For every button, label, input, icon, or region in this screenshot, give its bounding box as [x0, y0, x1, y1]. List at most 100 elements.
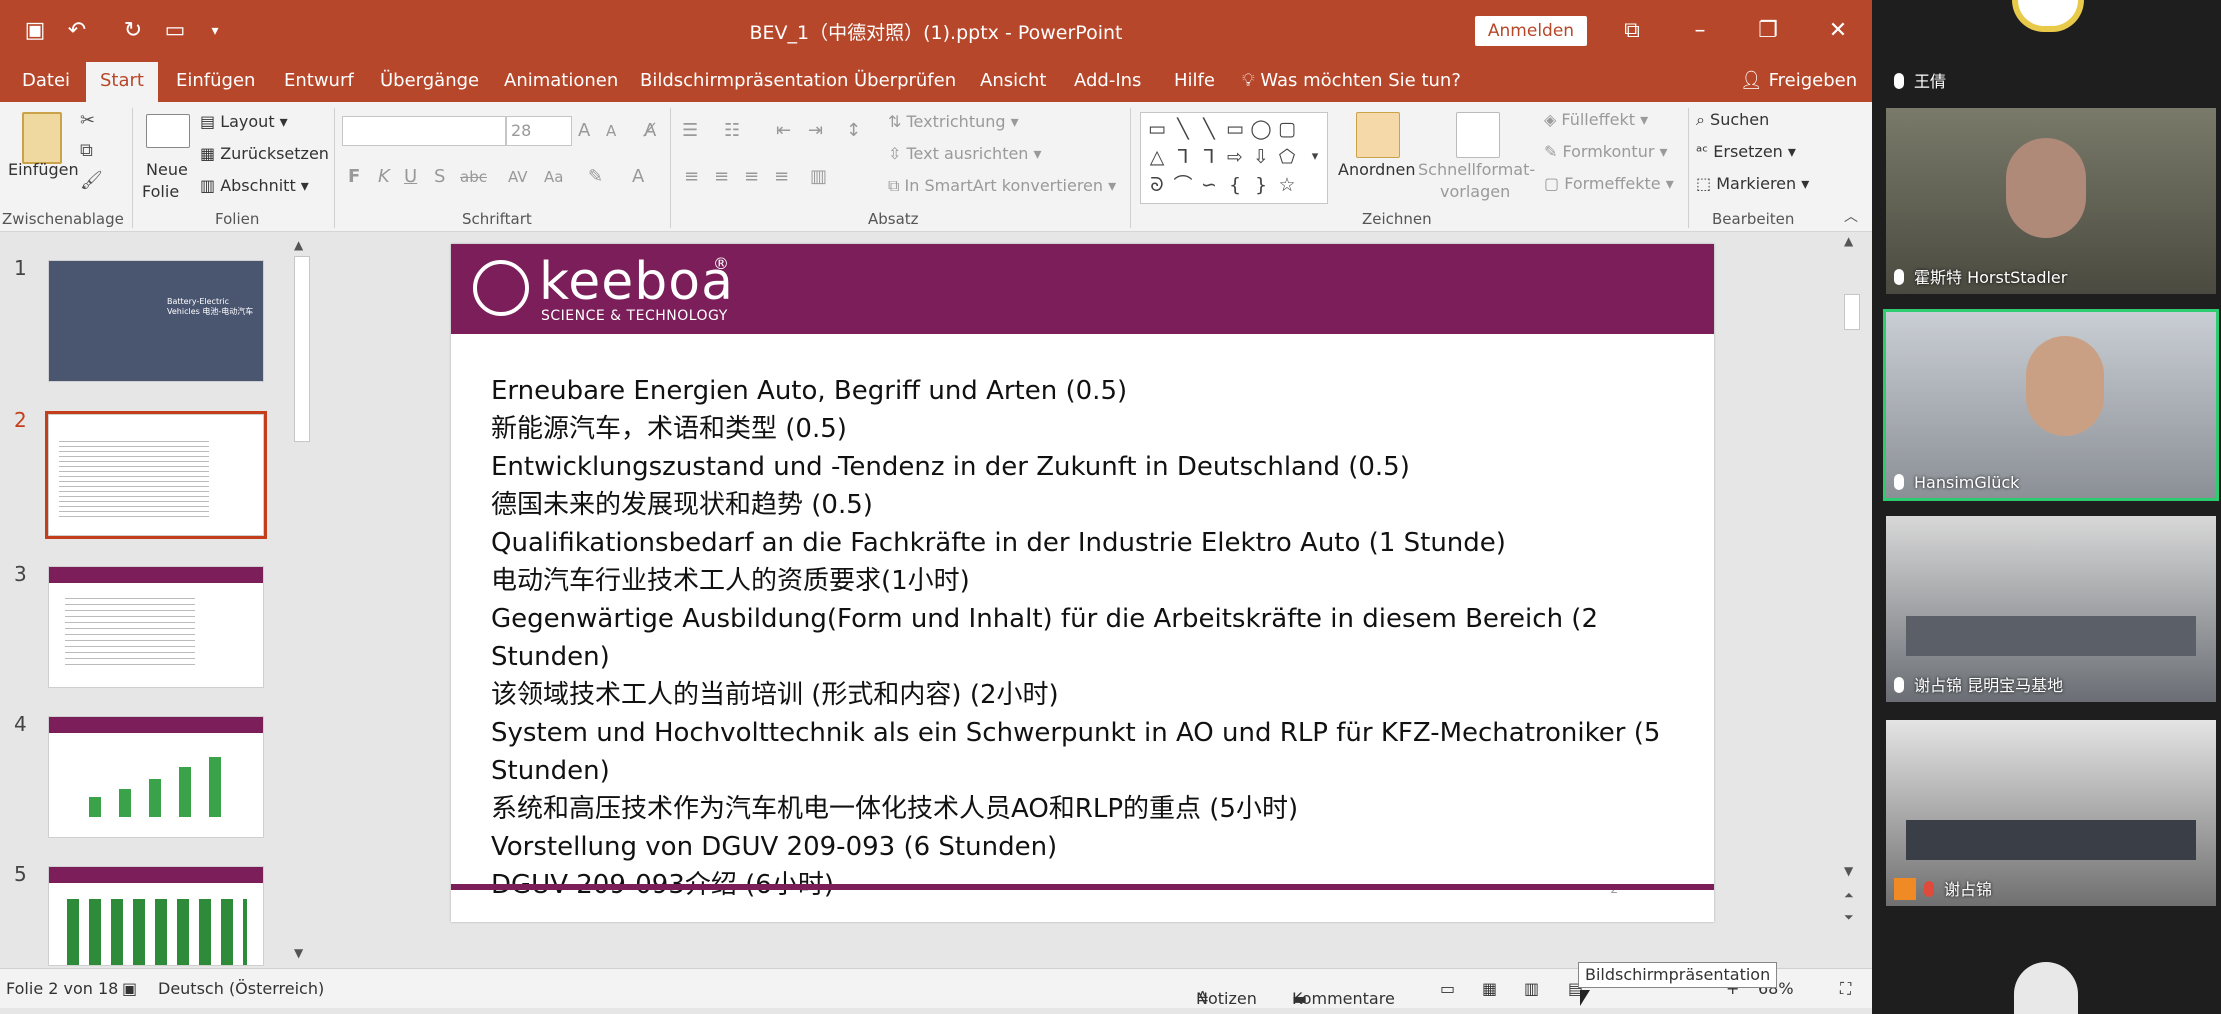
- arrange-button-label[interactable]: Anordnen: [1338, 160, 1415, 179]
- curve-shape-icon[interactable]: ᘐ: [1145, 173, 1169, 197]
- oval-shape-icon[interactable]: ◯: [1249, 117, 1273, 141]
- arrange-icon[interactable]: [1356, 112, 1400, 158]
- tab-datei[interactable]: Datei: [20, 62, 72, 102]
- format-painter-icon[interactable]: 🖌︎: [80, 170, 103, 191]
- scroll-up-icon[interactable]: ▲: [1844, 234, 1853, 248]
- justify-icon[interactable]: ≡: [774, 166, 789, 187]
- bold-icon[interactable]: F: [348, 166, 360, 187]
- star-shape-icon[interactable]: ☆: [1275, 173, 1299, 197]
- line-spacing-icon[interactable]: ↕: [846, 120, 861, 141]
- select-button[interactable]: ⬚ Markieren ▾: [1696, 174, 1809, 193]
- share-button[interactable]: 👤︎ Freigeben: [1740, 62, 1857, 102]
- sign-in-button[interactable]: Anmelden: [1475, 16, 1587, 46]
- spellcheck-icon[interactable]: ▣: [122, 979, 137, 998]
- highlight-icon[interactable]: ✎: [588, 166, 603, 187]
- copy-icon[interactable]: ⧉: [80, 140, 93, 161]
- shadow-icon[interactable]: S: [434, 166, 445, 187]
- fit-to-window-icon[interactable]: ⛶: [1840, 979, 1851, 999]
- tab-entwurf[interactable]: Entwurf: [282, 62, 356, 102]
- columns-icon[interactable]: ▥: [810, 166, 827, 187]
- shape-fill-button[interactable]: ◈ Fülleffekt ▾: [1544, 110, 1648, 129]
- numbering-icon[interactable]: ☷: [724, 120, 740, 141]
- triangle-shape-icon[interactable]: △: [1145, 145, 1169, 169]
- tab-start[interactable]: Start: [86, 62, 158, 102]
- gallery-more-icon[interactable]: ▾: [1303, 145, 1327, 169]
- tab-add-ins[interactable]: Add-Ins: [1072, 62, 1143, 102]
- brace-right-shape-icon[interactable]: }: [1249, 173, 1273, 197]
- participant-video-tile[interactable]: 谢占锦: [1886, 720, 2216, 906]
- font-color-icon[interactable]: A: [632, 166, 644, 187]
- thumbnail-scrollbar[interactable]: ▲ ▼: [290, 232, 314, 968]
- brace-left-shape-icon[interactable]: {: [1223, 173, 1247, 197]
- font-size-combo[interactable]: 28: [506, 116, 572, 146]
- change-case-icon[interactable]: Aa: [544, 168, 563, 186]
- arrow-right-shape-icon[interactable]: ⇨: [1223, 145, 1247, 169]
- scroll-up-icon[interactable]: ▲: [294, 238, 303, 252]
- slide-thumbnail-2[interactable]: [45, 411, 267, 539]
- freeform-shape-icon[interactable]: ⬠: [1275, 145, 1299, 169]
- tab-ueberpruefen[interactable]: Überprüfen: [852, 62, 958, 102]
- restore-icon[interactable]: ❐: [1748, 14, 1788, 48]
- smartart-button[interactable]: ⧉ In SmartArt konvertieren ▾: [888, 176, 1116, 196]
- connector-shape-icon[interactable]: ⅂: [1171, 145, 1195, 169]
- reading-view-icon[interactable]: ▥: [1524, 979, 1539, 998]
- new-slide-label-2[interactable]: Folie: [142, 182, 179, 201]
- slide-thumbnail-1[interactable]: Battery-Electric Vehicles 电池-电动汽车: [48, 260, 264, 382]
- paste-button-label[interactable]: Einfügen: [8, 160, 79, 179]
- scroll-down-icon[interactable]: ▼: [1844, 864, 1853, 878]
- shrink-font-icon[interactable]: A: [606, 122, 616, 140]
- scroll-down-icon[interactable]: ▼: [294, 946, 303, 960]
- strikethrough-icon[interactable]: abc: [460, 168, 487, 186]
- new-slide-label-1[interactable]: Neue: [146, 160, 188, 179]
- line-shape-icon[interactable]: ╲: [1197, 117, 1221, 141]
- scroll-thumb[interactable]: [1844, 294, 1860, 330]
- align-right-icon[interactable]: ≡: [744, 166, 759, 187]
- shape-outline-button[interactable]: ✎ Formkontur ▾: [1544, 142, 1668, 161]
- quick-styles-icon[interactable]: [1456, 112, 1500, 158]
- arrow-down-shape-icon[interactable]: ⇩: [1249, 145, 1273, 169]
- tab-hilfe[interactable]: Hilfe: [1172, 62, 1217, 102]
- connector-shape-icon[interactable]: ⅂: [1197, 145, 1221, 169]
- slide-scrollbar[interactable]: ▲ ▼ ⏶ ⏷: [1842, 232, 1862, 932]
- language-indicator[interactable]: Deutsch (Österreich): [158, 979, 324, 998]
- rectangle-shape-icon[interactable]: ▭: [1223, 117, 1247, 141]
- line-shape-icon[interactable]: ╲: [1171, 117, 1195, 141]
- rounded-rect-shape-icon[interactable]: ▢: [1275, 117, 1299, 141]
- font-name-combo[interactable]: [342, 116, 506, 146]
- slide-thumbnail-5[interactable]: [48, 866, 264, 966]
- align-text-button[interactable]: ⇳ Text ausrichten ▾: [888, 144, 1042, 163]
- increase-indent-icon[interactable]: ⇥: [808, 120, 823, 141]
- close-icon[interactable]: ✕: [1818, 14, 1858, 48]
- previous-slide-icon[interactable]: ⏶: [1844, 888, 1854, 903]
- align-center-icon[interactable]: ≡: [714, 166, 729, 187]
- slide-text-box[interactable]: Erneubare Energien Auto, Begriff und Art…: [491, 372, 1691, 904]
- spacing-icon[interactable]: AV: [508, 168, 528, 186]
- wave-shape-icon[interactable]: ∽: [1197, 173, 1221, 197]
- clear-format-icon[interactable]: A̸: [644, 120, 656, 141]
- tab-einfuegen[interactable]: Einfügen: [174, 62, 257, 102]
- participant-video-tile[interactable]: 谢占锦 昆明宝马基地: [1886, 516, 2216, 702]
- scroll-thumb[interactable]: [294, 256, 310, 442]
- find-button[interactable]: ⌕ Suchen: [1696, 110, 1769, 130]
- tab-animationen[interactable]: Animationen: [502, 62, 620, 102]
- bullets-icon[interactable]: ☰: [682, 120, 698, 141]
- participant-video-tile[interactable]: HansimGlück: [1883, 309, 2219, 501]
- decrease-indent-icon[interactable]: ⇤: [776, 120, 791, 141]
- new-slide-icon[interactable]: [146, 114, 190, 148]
- slide-thumbnail-4[interactable]: [48, 716, 264, 838]
- align-left-icon[interactable]: ≡: [684, 166, 699, 187]
- tab-ansicht[interactable]: Ansicht: [978, 62, 1048, 102]
- slide-thumbnail-3[interactable]: [48, 566, 264, 688]
- cut-icon[interactable]: ✂: [80, 110, 95, 131]
- italic-icon[interactable]: K: [378, 166, 390, 187]
- replace-button[interactable]: ᵃᶜ Ersetzen ▾: [1696, 142, 1796, 161]
- paste-icon[interactable]: [22, 112, 62, 164]
- text-direction-button[interactable]: ⇅ Textrichtung ▾: [888, 112, 1019, 131]
- grow-font-icon[interactable]: A: [578, 120, 590, 141]
- section-button[interactable]: ▥ Abschnitt ▾: [200, 176, 309, 195]
- normal-view-icon[interactable]: ▭: [1440, 979, 1455, 998]
- underline-icon[interactable]: U: [404, 166, 417, 187]
- next-slide-icon[interactable]: ⏷: [1844, 910, 1854, 925]
- minimize-icon[interactable]: –: [1680, 14, 1720, 48]
- collapse-ribbon-icon[interactable]: ︿: [1844, 206, 1858, 226]
